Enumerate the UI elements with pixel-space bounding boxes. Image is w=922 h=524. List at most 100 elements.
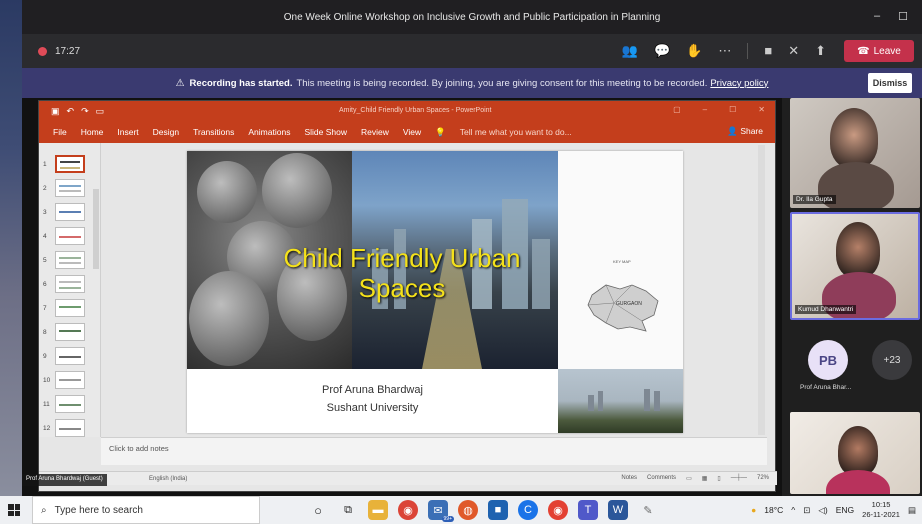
task-view-icon[interactable]: ⧉ (338, 500, 358, 520)
slide-scrollbar[interactable] (758, 145, 765, 435)
thumbnail-8[interactable]: 8 (43, 323, 85, 341)
tab-review[interactable]: Review (361, 127, 389, 137)
notes-placeholder: Click to add notes (109, 444, 169, 453)
camera-icon[interactable]: ■ (764, 43, 772, 59)
normal-view-icon[interactable]: ▭ (686, 475, 692, 482)
thumbnail-11[interactable]: 11 (43, 395, 85, 413)
notifications-icon[interactable]: ▤ (908, 505, 916, 516)
app-icon[interactable]: ◍ (458, 500, 478, 520)
map-city-label: GURGAON (616, 301, 642, 307)
zoom-level[interactable]: 72% (757, 475, 769, 482)
warning-icon: ⚠ (175, 77, 185, 89)
cortana-icon[interactable]: ○ (308, 500, 328, 520)
participants-icon[interactable]: 👥 (622, 43, 638, 59)
chrome-alt-icon[interactable]: ◉ (548, 500, 568, 520)
thumbnail-9[interactable]: 9 (43, 347, 85, 365)
store-icon[interactable]: ■ (488, 500, 508, 520)
status-language[interactable]: English (India) (149, 476, 187, 482)
tab-view[interactable]: View (403, 127, 421, 137)
thumbnail-10[interactable]: 10 (43, 371, 85, 389)
thumbnail-2[interactable]: 2 (43, 179, 85, 197)
word-icon[interactable]: W (608, 500, 628, 520)
thumbnail-12[interactable]: 12 (43, 419, 85, 437)
tab-design[interactable]: Design (153, 127, 179, 137)
thumb-number: 9 (43, 352, 47, 360)
thumbnail-5[interactable]: 5 (43, 251, 85, 269)
more-participants-button[interactable]: +23 (872, 340, 912, 380)
browser-icon[interactable]: C (518, 500, 538, 520)
notes-toggle[interactable]: Notes (621, 475, 637, 482)
redo-icon[interactable]: ↷ (81, 106, 89, 117)
participant-tile-1[interactable]: Dr. Ila Gupta (790, 98, 920, 208)
reading-view-icon[interactable]: ▯ (717, 475, 720, 482)
present-icon[interactable]: ▭ (96, 106, 105, 117)
slide-thumb (55, 419, 85, 437)
pen-icon[interactable]: ✎ (638, 500, 658, 520)
weather-temp[interactable]: 18°C (764, 505, 783, 515)
notes-pane[interactable]: Click to add notes (101, 437, 767, 465)
tab-animations[interactable]: Animations (248, 127, 290, 137)
ppt-titlebar: ▣ ↶ ↷ ▭ Amity_Child Friendly Urban Space… (39, 101, 775, 121)
participant-name: Kumud Dhanwantri (795, 305, 857, 314)
thumbnail-4[interactable]: 4 (43, 227, 85, 245)
meeting-controls-bar: 17:27 👥 💬 ✋ ⋯ ■ ✕ ⬆ ☎ Leave (22, 34, 922, 68)
tell-me-box[interactable]: Tell me what you want to do... (460, 127, 572, 137)
thumb-number: 5 (43, 256, 47, 264)
participant-avatar[interactable]: PB (808, 340, 848, 380)
ribbon-display-icon[interactable]: ▢ (673, 105, 681, 114)
ppt-maximize-icon[interactable]: ☐ (729, 105, 736, 114)
save-icon[interactable]: ▣ (51, 106, 60, 117)
current-slide[interactable]: KEY MAP GURGAON Child Friendly Urban Spa… (187, 151, 683, 433)
participant-tile-4[interactable] (790, 412, 920, 494)
zoom-slider[interactable]: —┼— (731, 475, 747, 482)
ppt-minimize-icon[interactable]: – (703, 105, 707, 114)
skyline-photo (558, 369, 683, 433)
privacy-policy-link[interactable]: Privacy policy (710, 78, 768, 89)
taskbar-search[interactable]: ⌕ Type here to search (32, 496, 260, 524)
minimize-button[interactable]: – (874, 10, 880, 23)
thumbnail-1[interactable]: 1 (43, 155, 85, 173)
teams-titlebar: One Week Online Workshop on Inclusive Gr… (22, 0, 922, 34)
clock[interactable]: 10:15 26-11-2021 (862, 500, 900, 520)
teams-icon[interactable]: T (578, 500, 598, 520)
share-screen-icon[interactable]: ⬆ (815, 43, 826, 59)
thumb-number: 1 (43, 160, 47, 168)
undo-icon[interactable]: ↶ (67, 106, 75, 117)
thumbnail-7[interactable]: 7 (43, 299, 85, 317)
leave-label: Leave (873, 45, 901, 57)
dismiss-button[interactable]: Dismiss (868, 73, 912, 93)
weather-icon[interactable]: ● (751, 505, 756, 515)
banner-text: This meeting is being recorded. By joini… (296, 77, 708, 89)
ppt-close-icon[interactable]: ✕ (758, 105, 765, 114)
network-icon[interactable]: ⊡ (803, 505, 810, 516)
mic-muted-icon[interactable]: ✕ (788, 43, 799, 59)
maximize-button[interactable]: ☐ (898, 10, 908, 23)
leave-button[interactable]: ☎ Leave (844, 40, 914, 62)
tab-home[interactable]: Home (81, 127, 104, 137)
reactions-icon[interactable]: ✋ (686, 43, 702, 59)
participant-tile-2[interactable]: Kumud Dhanwantri (790, 212, 920, 320)
ppt-share-button[interactable]: 👤 Share (727, 126, 763, 137)
slide-sorter-icon[interactable]: ▦ (702, 475, 708, 482)
participant-name: Dr. Ila Gupta (793, 195, 836, 204)
volume-icon[interactable]: ◁) (818, 505, 827, 516)
tray-chevron-icon[interactable]: ^ (791, 505, 795, 515)
file-explorer-icon[interactable]: ▬ (368, 500, 388, 520)
tab-file[interactable]: File (53, 127, 67, 137)
more-actions-icon[interactable]: ⋯ (718, 43, 731, 59)
thumb-number: 4 (43, 232, 47, 240)
comments-toggle[interactable]: Comments (647, 475, 676, 482)
start-button[interactable] (0, 496, 28, 524)
thumbnails-scrollbar[interactable] (93, 189, 99, 269)
tab-transitions[interactable]: Transitions (193, 127, 234, 137)
slide-thumb (55, 371, 85, 389)
chrome-icon[interactable]: ◉ (398, 500, 418, 520)
tab-slide-show[interactable]: Slide Show (304, 127, 347, 137)
thumb-number: 8 (43, 328, 47, 336)
language-indicator[interactable]: ENG (836, 505, 854, 515)
chat-icon[interactable]: 💬 (654, 43, 670, 59)
tab-insert[interactable]: Insert (117, 127, 138, 137)
mail-icon[interactable]: ✉ 99+ (428, 500, 454, 522)
thumbnail-6[interactable]: 6 (43, 275, 85, 293)
thumbnail-3[interactable]: 3 (43, 203, 85, 221)
